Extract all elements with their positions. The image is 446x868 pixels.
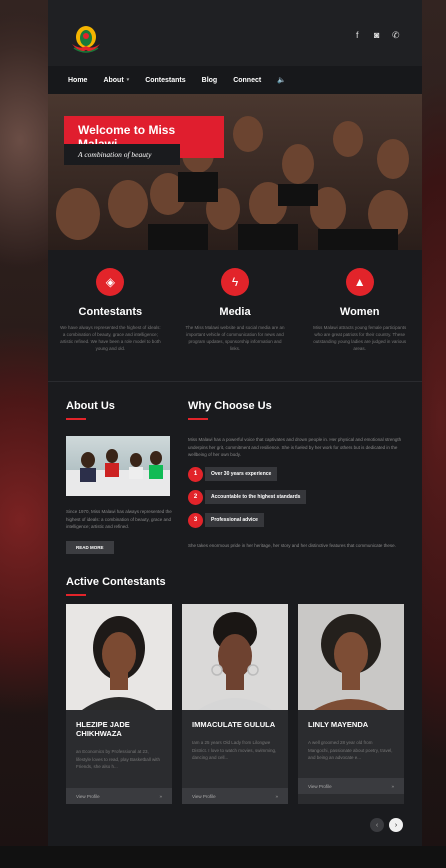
about-photo (66, 436, 170, 496)
bolt-icon: ϟ (221, 268, 249, 296)
step-number: 3 (188, 512, 203, 528)
carousel-next-button[interactable]: › (389, 818, 403, 832)
feature-title: Contestants (78, 306, 143, 318)
whatsapp-icon[interactable]: ✆ (392, 30, 400, 41)
main-nav: Home About ▾ Contestants Blog Connect 🔈 (48, 66, 422, 94)
why-steps: 1 Over 30 years experience 2 Accountable t… (188, 466, 408, 528)
title-underline (188, 418, 208, 420)
view-profile-link[interactable]: View Profile » (66, 788, 172, 804)
nav-home[interactable]: Home (68, 77, 87, 84)
feature-contestants: ◈ Contestants We have always represented… (48, 268, 173, 381)
footer-strip (0, 846, 446, 868)
feature-title: Women (339, 306, 380, 318)
feature-text: We have always represented the highest o… (60, 325, 161, 351)
why-outro: She takes enormous pride in her heritage… (188, 542, 396, 548)
diamond-icon: ◈ (96, 268, 125, 296)
why-title: Why Choose Us (188, 400, 272, 412)
contestant-card[interactable]: LINLY MAYENDA A well groomed 28 year old… (298, 604, 404, 804)
nav-about[interactable]: About ▾ (103, 77, 129, 84)
feature-media: ϟ Media The Miss Malawi website and soci… (173, 268, 298, 381)
about-title: About Us (66, 400, 115, 412)
about-section: About Us Since 1970, Miss Malawi has alw… (66, 400, 172, 554)
title-underline (66, 594, 86, 596)
contestants-header: Active Contestants (66, 576, 166, 596)
page-container: f ◙ ✆ Home About ▾ Contestants Blog Conne… (48, 0, 422, 846)
contestant-card[interactable]: HLEZIPE JADE CHIKHWAZA an Economics by P… (66, 604, 172, 804)
contestant-photo (66, 604, 172, 710)
contestant-name: LINLY MAYENDA (308, 720, 369, 729)
view-profile-label: View Profile (308, 784, 332, 789)
view-profile-link[interactable]: View Profile » (298, 778, 404, 794)
contestant-card[interactable]: IMMACULATE GULULA Iam a 25 years Old Lad… (182, 604, 288, 804)
features-row: ◈ Contestants We have always represented… (48, 250, 422, 382)
read-more-button[interactable]: READ MORE (66, 540, 114, 554)
double-chevron-icon: » (275, 794, 278, 799)
step-number: 2 (188, 489, 203, 505)
contestant-name: HLEZIPE JADE CHIKHWAZA (76, 720, 130, 738)
contestant-name: IMMACULATE GULULA (192, 720, 276, 729)
feature-title: Media (219, 306, 251, 318)
why-intro: Miss Malawi has a powerful voice that ca… (188, 437, 402, 457)
contestant-carousel: HLEZIPE JADE CHIKHWAZA an Economics by P… (66, 604, 404, 804)
flame-icon: ▲ (345, 268, 374, 296)
double-chevron-icon: » (159, 794, 162, 799)
carousel-prev-button[interactable]: ‹ (370, 818, 384, 832)
contestants-title: Active Contestants (66, 576, 166, 588)
nav-about-label: About (103, 76, 124, 84)
facebook-icon[interactable]: f (356, 30, 359, 40)
double-chevron-icon: » (391, 784, 394, 789)
feature-text: The Miss Malawi website and social media… (185, 325, 285, 351)
chevron-down-icon: ▾ (126, 77, 130, 83)
about-text: Since 1970, Miss Malawi has always repre… (66, 509, 172, 529)
step-label: Over 30 years experience (205, 467, 278, 481)
contestant-bio: A well groomed 28 year old from Mangochi… (308, 740, 393, 760)
step-label: Professional advice (205, 513, 264, 527)
view-profile-link[interactable]: View Profile » (182, 788, 288, 804)
feature-women: ▲ Women Miss Malawi attracts young femal… (297, 268, 422, 381)
step-item: 1 Over 30 years experience (188, 466, 408, 482)
step-label: Accountable to the highest standards (205, 490, 307, 504)
nav-blog[interactable]: Blog (202, 77, 218, 84)
hero-banner: Welcome to Miss Malawi A combination of … (48, 94, 422, 250)
view-profile-label: View Profile (192, 794, 216, 799)
miss-malawi-logo[interactable] (68, 24, 104, 54)
step-item: 2 Accountable to the highest standards (188, 489, 408, 505)
contestant-photo (298, 604, 404, 710)
step-number: 1 (188, 466, 203, 482)
nav-contestants[interactable]: Contestants (145, 77, 185, 84)
title-underline (66, 418, 86, 420)
contestant-bio: Iam a 25 years Old Lady from Lilongwe Di… (192, 740, 277, 760)
sound-icon[interactable]: 🔈 (277, 76, 286, 84)
feature-text: Miss Malawi attracts young female partic… (313, 325, 407, 351)
header: f ◙ ✆ (48, 0, 422, 66)
contestant-bio: an Economics by Professional at 23, life… (76, 749, 161, 769)
hero-subtitle: A combination of beauty (64, 144, 180, 165)
contestant-photo (182, 604, 288, 710)
view-profile-label: View Profile (76, 794, 100, 799)
step-item: 3 Professional advice (188, 512, 408, 528)
instagram-icon[interactable]: ◙ (374, 30, 379, 40)
why-section: Why Choose Us Miss Malawi has a powerful… (188, 400, 408, 549)
nav-connect[interactable]: Connect (233, 77, 261, 84)
